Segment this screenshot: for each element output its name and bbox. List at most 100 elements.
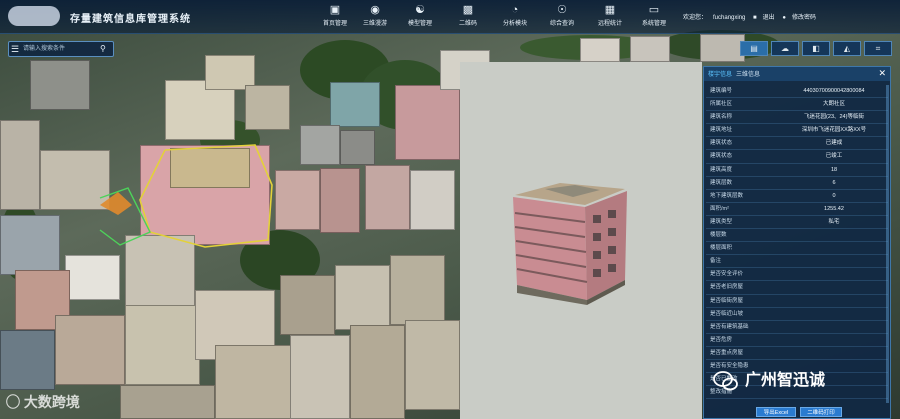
attribute-value[interactable]: 18 bbox=[780, 164, 888, 176]
nav-label: 远程统计 bbox=[597, 21, 622, 27]
print-qr-button[interactable]: 二维码打印 bbox=[800, 407, 842, 417]
cube-icon[interactable]: ◧ bbox=[802, 41, 830, 56]
attribute-value[interactable] bbox=[780, 347, 888, 359]
attribute-row: 备注 bbox=[706, 255, 888, 269]
attribute-value[interactable] bbox=[780, 321, 888, 333]
attribute-row: 是否老旧房屋 bbox=[706, 281, 888, 295]
cloud-icon[interactable]: ☁ bbox=[771, 41, 799, 56]
measure-icon[interactable]: ◭ bbox=[833, 41, 861, 56]
nav-system-management[interactable]: ▭ 系统管理 bbox=[632, 3, 676, 32]
layers-icon[interactable]: ▤ bbox=[740, 41, 768, 56]
watermark-logo-icon: ◯ bbox=[6, 394, 20, 410]
attribute-value[interactable]: 44030700900042800084 bbox=[780, 85, 888, 97]
nav-comprehensive-query[interactable]: ☉ 综合查询 bbox=[540, 3, 584, 32]
selection-outline bbox=[99, 144, 273, 248]
search-box: ☰ ⚲ bbox=[8, 41, 114, 57]
change-password-link[interactable]: 修改密码 bbox=[792, 15, 816, 21]
attribute-row: 建筑类型 私宅 bbox=[706, 216, 888, 230]
pie-chart-icon: ◔ bbox=[511, 4, 519, 16]
attribute-value[interactable]: 6 bbox=[780, 177, 888, 189]
briefcase-icon: ▣ bbox=[329, 4, 341, 16]
attribute-value[interactable]: 1255.42 bbox=[780, 203, 888, 215]
attribute-value[interactable]: 深圳市飞迷花园XX路XX号 bbox=[780, 124, 888, 136]
attribute-value[interactable]: 已竣工 bbox=[780, 150, 888, 162]
nav-3d-roaming[interactable]: ◉ 三维漫游 bbox=[353, 3, 397, 32]
user-icon: ■ bbox=[753, 15, 757, 21]
attribute-key: 地下建筑层数 bbox=[710, 192, 744, 199]
nav-model-management[interactable]: ☯ 模型管理 bbox=[398, 3, 442, 32]
attribute-key: 建筑地址 bbox=[710, 127, 733, 134]
attribute-row: 是否临近山坡 bbox=[706, 308, 888, 321]
attribute-row: 建筑地址 深圳市飞迷花园XX路XX号 bbox=[706, 124, 888, 138]
close-icon[interactable]: ✕ bbox=[878, 68, 886, 79]
nav-remote-statistics[interactable]: ▦ 远程统计 bbox=[588, 3, 632, 32]
nav-label: 二维码 bbox=[458, 21, 477, 27]
attribute-key: 建筑状态 bbox=[710, 153, 733, 160]
watermark-right-text: 广州智迅诚 bbox=[745, 372, 826, 389]
attribute-value[interactable] bbox=[780, 281, 888, 293]
attribute-row: 是否重点房屋 bbox=[706, 347, 888, 360]
menu-icon[interactable]: ☰ bbox=[11, 44, 21, 54]
wechat-icon bbox=[713, 370, 738, 391]
tab-3d-info[interactable]: 三维信息 bbox=[736, 69, 760, 78]
attribute-row: 地下建筑层数 0 bbox=[706, 190, 888, 203]
attribute-key: 楼层数 bbox=[710, 232, 727, 239]
attribute-row: 是否危房 bbox=[706, 334, 888, 347]
nav-label: 系统管理 bbox=[641, 21, 666, 27]
username: fuchangxing bbox=[713, 15, 746, 21]
attribute-row: 楼层数 bbox=[706, 229, 888, 243]
database-icon: ☯ bbox=[415, 4, 425, 16]
attribute-value[interactable] bbox=[780, 295, 888, 307]
attribute-value[interactable] bbox=[780, 255, 888, 267]
attribute-row: 建筑状态 已竣工 bbox=[706, 150, 888, 164]
attribute-value[interactable]: 飞迷花园(23、24)等临街 bbox=[780, 111, 888, 123]
attribute-row: 是否有建筑基础 bbox=[706, 321, 888, 334]
attribute-value[interactable] bbox=[780, 229, 888, 241]
model-viewer[interactable] bbox=[460, 62, 702, 419]
nav-label: 模型管理 bbox=[407, 21, 432, 27]
monitor-icon: ▭ bbox=[648, 4, 660, 16]
map-toolbar: ▤ ☁ ◧ ◭ ⌗ bbox=[740, 41, 892, 57]
watermark-left: ◯ 大数跨境 bbox=[6, 392, 80, 414]
attribute-key: 是否危房 bbox=[710, 336, 733, 343]
attribute-value[interactable] bbox=[780, 308, 888, 320]
top-header: 存量建筑信息库管理系统 ▣ 首页管理 ◉ 三维漫游 ☯ 模型管理 ▩ 二维码 ◔… bbox=[0, 0, 900, 34]
attribute-row: 面积/m² 1255.42 bbox=[706, 203, 888, 216]
attribute-value[interactable]: 已建成 bbox=[780, 137, 888, 149]
attribute-value[interactable] bbox=[780, 268, 888, 280]
crop-icon[interactable]: ⌗ bbox=[864, 41, 892, 56]
attribute-value[interactable] bbox=[780, 334, 888, 346]
attribute-table: 建筑编号 44030700900042800084 所属社区 大朗社区 建筑名称 飞迷花园… bbox=[706, 85, 888, 400]
app-logo bbox=[8, 6, 60, 26]
attribute-value[interactable]: 0 bbox=[780, 190, 888, 202]
attribute-row: 是否临街房屋 bbox=[706, 295, 888, 308]
watermark-right: 广州智迅诚 bbox=[713, 366, 825, 392]
attribute-key: 所属社区 bbox=[710, 101, 733, 108]
search-input[interactable] bbox=[23, 43, 99, 55]
search-people-icon: ☉ bbox=[557, 4, 567, 16]
attribute-row: 建筑层数 6 bbox=[706, 177, 888, 190]
nav-home-management[interactable]: ▣ 首页管理 bbox=[313, 3, 357, 32]
app-title: 存量建筑信息库管理系统 bbox=[70, 14, 191, 25]
panel-tabs: 楼宇信息 三维信息 ✕ bbox=[704, 67, 890, 81]
attribute-row: 所属社区 大朗社区 bbox=[706, 98, 888, 112]
export-excel-button[interactable]: 导出Excel bbox=[756, 407, 796, 417]
attribute-row: 建筑高度 18 bbox=[706, 164, 888, 177]
nav-analysis[interactable]: ◔ 分析模块 bbox=[493, 3, 537, 32]
tab-building-info[interactable]: 楼宇信息 bbox=[708, 69, 732, 78]
attribute-value[interactable]: 私宅 bbox=[780, 216, 888, 228]
attribute-key: 建筑类型 bbox=[710, 218, 733, 225]
search-icon[interactable]: ⚲ bbox=[100, 43, 110, 55]
attribute-row: 是否安全评价 bbox=[706, 268, 888, 282]
table-icon: ▦ bbox=[604, 4, 616, 16]
attribute-value[interactable]: 大朗社区 bbox=[780, 98, 888, 110]
logout-link[interactable]: 退出 bbox=[763, 15, 775, 21]
nav-label: 分析模块 bbox=[502, 21, 527, 27]
globe-icon: ◉ bbox=[370, 4, 380, 16]
greeting-label: 欢迎您： bbox=[683, 15, 708, 21]
attribute-key: 建筑名称 bbox=[710, 114, 733, 121]
nav-qr-code[interactable]: ▩ 二维码 bbox=[446, 3, 490, 32]
panel-scrollbar[interactable] bbox=[886, 85, 889, 403]
building-3d-model[interactable] bbox=[505, 175, 633, 305]
attribute-value[interactable] bbox=[780, 242, 888, 254]
